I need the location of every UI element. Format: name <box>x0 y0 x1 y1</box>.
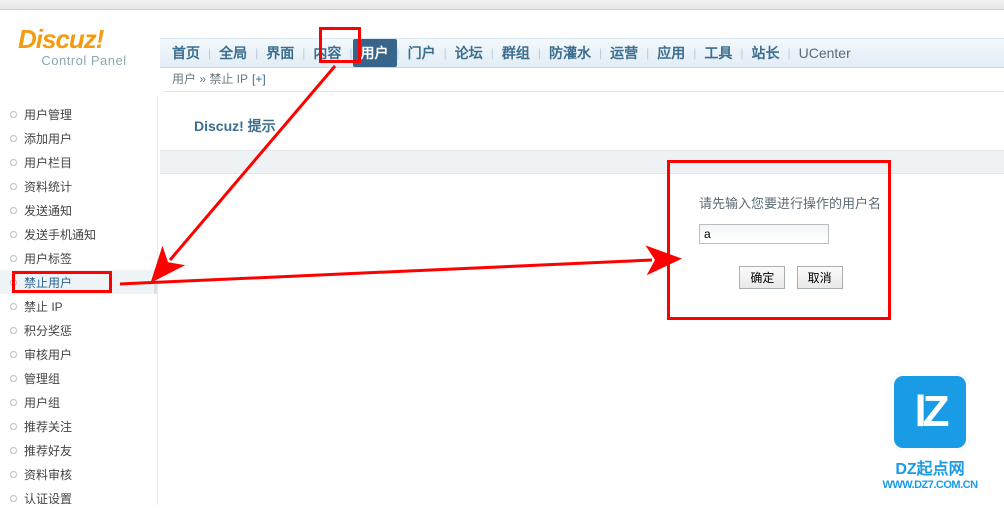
sidebar: 用户管理添加用户用户栏目资料统计发送通知发送手机通知用户标签禁止用户禁止 IP积… <box>0 96 158 505</box>
sidebar-item-3[interactable]: 资料统计 <box>0 174 157 198</box>
sidebar-item-7[interactable]: 禁止用户 <box>0 270 157 294</box>
sidebar-item-5[interactable]: 发送手机通知 <box>0 222 157 246</box>
sidebar-item-4[interactable]: 发送通知 <box>0 198 157 222</box>
logo: Discuz! Control Panel <box>18 24 150 68</box>
sidebar-item-14[interactable]: 推荐好友 <box>0 438 157 462</box>
topnav-item-2[interactable]: 界面 <box>258 39 302 67</box>
sidebar-item-9[interactable]: 积分奖惩 <box>0 318 157 342</box>
sidebar-item-11[interactable]: 管理组 <box>0 366 157 390</box>
sidebar-item-2[interactable]: 用户栏目 <box>0 150 157 174</box>
hint-title: Discuz! 提示 <box>160 116 1004 136</box>
topnav-item-9[interactable]: 运营 <box>602 39 646 67</box>
topnav-item-8[interactable]: 防灌水 <box>541 39 599 67</box>
topnav-item-13[interactable]: UCenter <box>791 39 859 67</box>
header: Discuz! Control Panel 首页|全局|界面|内容|用户|门户|… <box>0 10 1004 73</box>
window-titlebar <box>0 0 1004 10</box>
sidebar-item-10[interactable]: 审核用户 <box>0 342 157 366</box>
topnav-item-6[interactable]: 论坛 <box>447 39 491 67</box>
topnav-item-11[interactable]: 工具 <box>696 39 740 67</box>
sidebar-item-16[interactable]: 认证设置 <box>0 486 157 510</box>
sidebar-item-13[interactable]: 推荐关注 <box>0 414 157 438</box>
topnav-item-3[interactable]: 内容 <box>305 39 349 67</box>
confirm-button[interactable]: 确定 <box>739 266 785 289</box>
hint-bar <box>160 150 1004 174</box>
topnav-item-7[interactable]: 群组 <box>494 39 538 67</box>
topnav-item-4[interactable]: 用户 <box>353 39 397 67</box>
topnav-item-12[interactable]: 站长 <box>744 39 788 67</box>
sidebar-item-0[interactable]: 用户管理 <box>0 102 157 126</box>
topnav-item-10[interactable]: 应用 <box>649 39 693 67</box>
sidebar-item-12[interactable]: 用户组 <box>0 390 157 414</box>
topnav-item-0[interactable]: 首页 <box>164 39 208 67</box>
username-dialog: 请先输入您要进行操作的用户名 确定 取消 <box>680 174 902 312</box>
logo-subtitle: Control Panel <box>18 53 150 68</box>
sidebar-item-15[interactable]: 资料审核 <box>0 462 157 486</box>
topnav-item-1[interactable]: 全局 <box>211 39 255 67</box>
dialog-label: 请先输入您要进行操作的用户名 <box>699 193 883 212</box>
username-input[interactable] <box>699 224 829 244</box>
logo-text: Discuz! <box>18 24 150 55</box>
top-nav: 首页|全局|界面|内容|用户|门户|论坛|群组|防灌水|运营|应用|工具|站长|… <box>160 38 1004 68</box>
breadcrumb-expand[interactable]: [+] <box>252 72 266 86</box>
cancel-button[interactable]: 取消 <box>797 266 843 289</box>
breadcrumb-path: 用户 » 禁止 IP <box>172 70 248 87</box>
sidebar-item-1[interactable]: 添加用户 <box>0 126 157 150</box>
sidebar-item-6[interactable]: 用户标签 <box>0 246 157 270</box>
breadcrumb: 用户 » 禁止 IP [+] <box>164 66 1004 92</box>
topnav-item-5[interactable]: 门户 <box>400 39 444 67</box>
sidebar-item-8[interactable]: 禁止 IP <box>0 294 157 318</box>
